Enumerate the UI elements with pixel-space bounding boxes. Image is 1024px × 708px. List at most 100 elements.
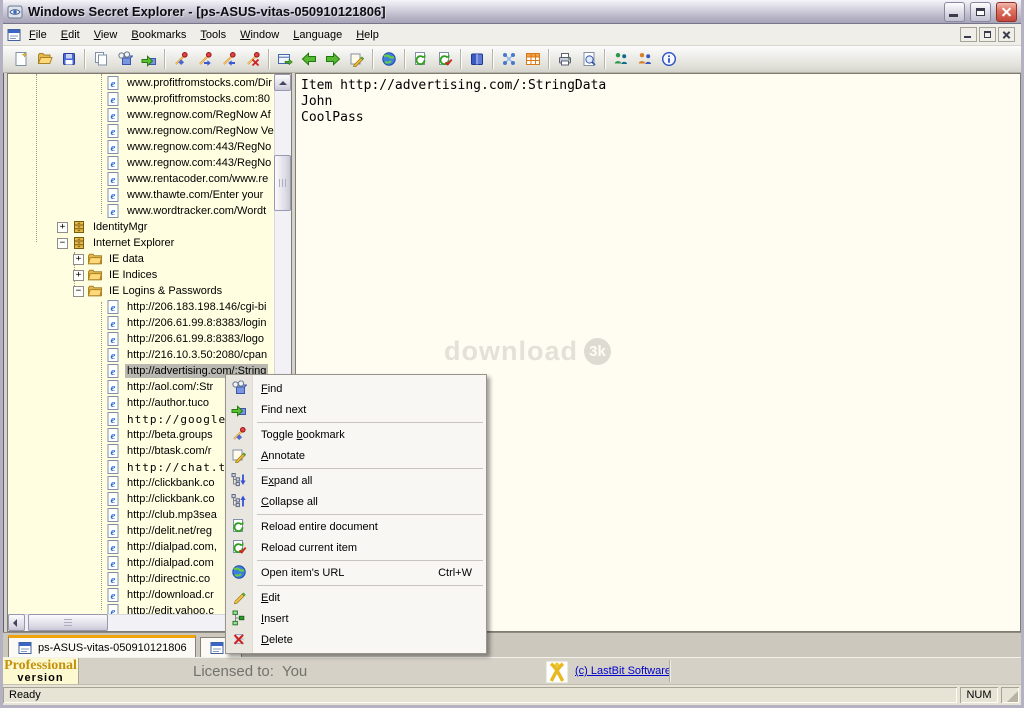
- back-icon: [301, 51, 317, 67]
- tree-item-ie-logins-passwords[interactable]: −IE Logins & Passwords: [8, 283, 274, 299]
- scroll-left-button[interactable]: [8, 614, 25, 631]
- mdi-restore-button[interactable]: [979, 27, 996, 42]
- context-menu-item-label: Reload current item: [261, 542, 357, 554]
- tree-item-internet-explorer[interactable]: −Internet Explorer: [8, 235, 274, 251]
- expand-toggle-icon[interactable]: +: [73, 270, 84, 281]
- tree-item-label: http://aol.com/:Str: [125, 380, 215, 394]
- reload-item-button[interactable]: [433, 48, 457, 71]
- tree-item-www-regnow-com-regnow-af[interactable]: ewww.regnow.com/RegNow Af: [8, 107, 274, 123]
- tree-item-www-thawte-com-enter-your[interactable]: ewww.thawte.com/Enter your: [8, 187, 274, 203]
- toggle-bookmark-button[interactable]: [169, 48, 193, 71]
- save-icon: [61, 51, 77, 67]
- ie-page-icon: e: [105, 75, 121, 91]
- lastbit-link[interactable]: (c) LastBit Software: [575, 665, 671, 677]
- ie-page-icon: e: [105, 155, 121, 171]
- copy-button[interactable]: [89, 48, 113, 71]
- restore-button[interactable]: [970, 2, 991, 22]
- menu-tools[interactable]: Tools: [193, 26, 233, 44]
- tree-view-button[interactable]: [497, 48, 521, 71]
- collapse-toggle-icon[interactable]: −: [73, 286, 84, 297]
- collapse-toggle-icon[interactable]: −: [57, 238, 68, 249]
- previous-bookmark-button[interactable]: [217, 48, 241, 71]
- clear-bookmarks-button[interactable]: [241, 48, 265, 71]
- tree-item-http-216-10-3-50-2080-cpan[interactable]: ehttp://216.10.3.50:2080/cpan: [8, 347, 274, 363]
- annotate-button[interactable]: [345, 48, 369, 71]
- password-wizard-button[interactable]: [609, 48, 633, 71]
- tree-item-http-206-61-99-8-8383-login[interactable]: ehttp://206.61.99.8:8383/login: [8, 315, 274, 331]
- expand-toggle-icon[interactable]: +: [57, 222, 68, 233]
- tree-item-www-regnow-com-443-regno[interactable]: ewww.regnow.com:443/RegNo: [8, 155, 274, 171]
- context-menu-item-open-item-s-url[interactable]: Open item's URLCtrl+W: [226, 562, 486, 583]
- insert-item-button[interactable]: [273, 48, 297, 71]
- menu-edit[interactable]: Edit: [54, 26, 87, 44]
- context-menu-item-find-next[interactable]: Find next: [226, 399, 486, 420]
- context-menu-item-collapse-all[interactable]: Collapse all: [226, 491, 486, 512]
- tree-item-ie-indices[interactable]: + IE Indices: [8, 267, 274, 283]
- grid-view-button[interactable]: [521, 48, 545, 71]
- open-folder-button[interactable]: [33, 48, 57, 71]
- ie-page-icon: e: [105, 587, 121, 603]
- licensed-to-text: Licensed to: You: [193, 663, 307, 680]
- next-bookmark-button[interactable]: [193, 48, 217, 71]
- tree-item-www-wordtracker-com-wordt[interactable]: ewww.wordtracker.com/Wordt: [8, 203, 274, 219]
- tree-item-http-206-183-198-146-cgi-bi[interactable]: ehttp://206.183.198.146/cgi-bi: [8, 299, 274, 315]
- tree-item-www-profitfromstocks-com-dir[interactable]: ewww.profitfromstocks.com/Dir: [8, 75, 274, 91]
- scroll-up-button[interactable]: [274, 74, 291, 91]
- tree-item-www-regnow-com-regnow-ve[interactable]: ewww.regnow.com/RegNow Ve: [8, 123, 274, 139]
- print-preview-button[interactable]: [577, 48, 601, 71]
- about-button[interactable]: [657, 48, 681, 71]
- minimize-button[interactable]: [944, 2, 965, 22]
- vertical-scroll-thumb[interactable]: [274, 155, 291, 211]
- context-menu-item-expand-all[interactable]: Expand all: [226, 470, 486, 491]
- forward-button[interactable]: [321, 48, 345, 71]
- bookmarks-book-button[interactable]: [465, 48, 489, 71]
- tree-item-http-206-61-99-8-8383-logo[interactable]: ehttp://206.61.99.8:8383/logo: [8, 331, 274, 347]
- document-tab-ps-asus-vitas-050910121806[interactable]: ps-ASUS-vitas-050910121806: [8, 635, 196, 657]
- save-button[interactable]: [57, 48, 81, 71]
- close-button[interactable]: [996, 2, 1017, 22]
- context-menu-item-annotate[interactable]: Annotate: [226, 445, 486, 466]
- resize-grip[interactable]: [1001, 687, 1019, 703]
- tree-item-www-profitfromstocks-com-80[interactable]: ewww.profitfromstocks.com:80: [8, 91, 274, 107]
- context-menu-item-delete[interactable]: Delete: [226, 629, 486, 650]
- find-next-button[interactable]: [137, 48, 161, 71]
- ie-page-icon: e: [105, 331, 121, 347]
- mdi-close-button[interactable]: [998, 27, 1015, 42]
- horizontal-scroll-thumb[interactable]: [28, 614, 108, 631]
- print-button[interactable]: [553, 48, 577, 71]
- tab-label: ps-ASUS-vitas-050910121806: [38, 642, 187, 654]
- menu-window[interactable]: Window: [233, 26, 286, 44]
- tree-item-identitymgr[interactable]: +IdentityMgr: [8, 219, 274, 235]
- svg-text:e: e: [111, 94, 116, 106]
- context-menu-item-edit[interactable]: Edit: [226, 587, 486, 608]
- new-document-button[interactable]: [9, 48, 33, 71]
- tree-item-label: http://clickbank.co: [125, 492, 216, 506]
- tree-item-label: IE Indices: [107, 268, 159, 282]
- shortcut-label: Ctrl+W: [438, 567, 478, 579]
- context-menu-item-reload-current-item[interactable]: Reload current item: [226, 537, 486, 558]
- tree-item-www-rentacoder-com-www-re[interactable]: ewww.rentacoder.com/www.re: [8, 171, 274, 187]
- reload-document-button[interactable]: [409, 48, 433, 71]
- tree-item-www-regnow-com-443-regno[interactable]: ewww.regnow.com:443/RegNo: [8, 139, 274, 155]
- expand-toggle-icon[interactable]: +: [73, 254, 84, 265]
- toolbar-separator: [404, 49, 406, 69]
- context-menu-item-toggle-bookmark[interactable]: Toggle bookmark: [226, 424, 486, 445]
- menu-help[interactable]: Help: [349, 26, 386, 44]
- menu-bookmarks[interactable]: Bookmarks: [124, 26, 193, 44]
- tree-item-label: www.thawte.com/Enter your: [125, 188, 265, 202]
- back-button[interactable]: [297, 48, 321, 71]
- open-url-button[interactable]: [377, 48, 401, 71]
- tree-item-ie-data[interactable]: +IE data: [8, 251, 274, 267]
- menu-file[interactable]: File: [22, 26, 54, 44]
- context-menu-item-reload-entire-document[interactable]: Reload entire document: [226, 516, 486, 537]
- tree-item-label: http://btask.com/r: [125, 444, 213, 458]
- context-menu-item-insert[interactable]: Insert: [226, 608, 486, 629]
- mdi-minimize-button[interactable]: [960, 27, 977, 42]
- context-menu-item-find[interactable]: Find: [226, 378, 486, 399]
- menu-language[interactable]: Language: [286, 26, 349, 44]
- users-button[interactable]: [633, 48, 657, 71]
- menu-view[interactable]: View: [87, 26, 125, 44]
- reload-item-icon: [231, 539, 247, 555]
- insert-icon: [231, 610, 247, 626]
- find-button[interactable]: [113, 48, 137, 71]
